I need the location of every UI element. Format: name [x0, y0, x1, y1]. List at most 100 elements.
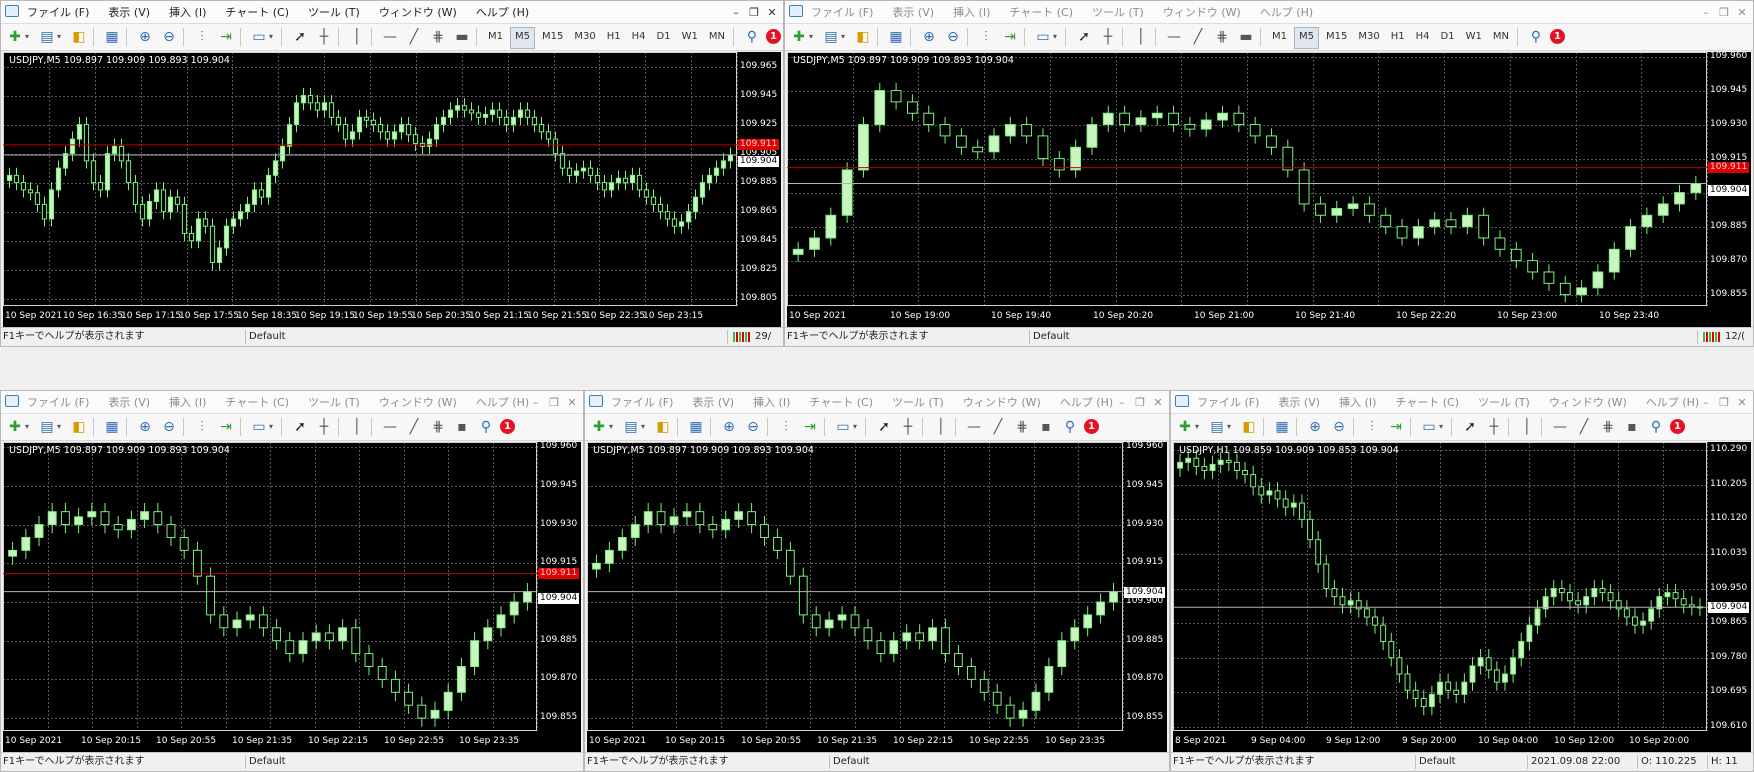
indicators-dropdown[interactable]: ▾	[853, 417, 861, 437]
menu-item[interactable]: 挿入 (I)	[169, 2, 206, 24]
text-label-icon[interactable]: ▬	[1236, 27, 1256, 47]
zoom-in-icon[interactable]: ⊕	[135, 417, 155, 437]
menu-item[interactable]: ウィンドウ (W)	[379, 2, 457, 24]
indicators-dropdown[interactable]: ▾	[269, 417, 277, 437]
app-icon[interactable]	[1175, 395, 1189, 407]
restore-button[interactable]: ❐	[1131, 392, 1149, 414]
search-icon[interactable]: ⚲	[1060, 417, 1080, 437]
tile-windows-icon[interactable]: ▦	[886, 27, 906, 47]
close-button[interactable]: ✕	[1733, 392, 1751, 414]
crosshair-icon[interactable]: ┼	[314, 27, 334, 47]
equidistant-channel-icon[interactable]: ⋕	[428, 27, 448, 47]
zoom-out-icon[interactable]: ⊖	[1329, 417, 1349, 437]
chart-area[interactable]: USDJPY,M5 109.897 109.909 109.893 109.90…	[587, 441, 1167, 753]
market-watch-icon[interactable]: ◧	[69, 417, 89, 437]
timeframe-mn-button[interactable]: MN	[705, 27, 729, 47]
minimize-button[interactable]: –	[727, 2, 745, 24]
menu-item[interactable]: チャート (C)	[225, 392, 289, 414]
notification-badge[interactable]: 1	[1084, 419, 1099, 434]
notification-badge[interactable]: 1	[1549, 29, 1565, 44]
crosshair-icon[interactable]: ┼	[1484, 417, 1504, 437]
new-chart-icon[interactable]: ✚	[5, 27, 25, 47]
candlestick-chart[interactable]	[787, 52, 1751, 328]
crosshair-icon[interactable]: ┼	[1098, 27, 1118, 47]
new-chart-icon[interactable]: ✚	[589, 417, 609, 437]
indicators-icon[interactable]: ▭	[249, 417, 269, 437]
menu-item[interactable]: 表示 (V)	[1278, 392, 1320, 414]
notification-badge[interactable]: 1	[500, 419, 515, 434]
crosshair-icon[interactable]: ┼	[898, 417, 918, 437]
restore-button[interactable]: ❐	[1715, 392, 1733, 414]
chart-shift-icon[interactable]: ⇥	[800, 417, 820, 437]
indicators-icon[interactable]: ▭	[249, 27, 269, 47]
menu-item[interactable]: ウィンドウ (W)	[1549, 392, 1627, 414]
menu-item[interactable]: ツール (T)	[892, 392, 944, 414]
timeframe-h4-button[interactable]: H4	[628, 27, 650, 47]
trendline-icon[interactable]: ╱	[1188, 27, 1208, 47]
text-label-icon[interactable]: ▬	[452, 27, 472, 47]
trendline-icon[interactable]: ╱	[988, 417, 1008, 437]
chart-window-5[interactable]: ファイル (F) 表示 (V) 挿入 (I) チャート (C) ツール (T) ウィンドウ…	[1170, 390, 1754, 772]
vertical-line-icon[interactable]: │	[931, 417, 951, 437]
timeframe-m15-button[interactable]: M15	[538, 27, 567, 47]
timeframe-m5-button[interactable]: M5	[1294, 27, 1319, 49]
timeframe-m1-button[interactable]: M1	[1268, 27, 1291, 47]
new-chart-icon[interactable]: ✚	[789, 27, 809, 47]
new-chart-dropdown[interactable]: ▾	[25, 27, 33, 47]
app-icon[interactable]	[5, 395, 19, 407]
restore-button[interactable]: ❐	[545, 392, 563, 414]
chart-shift-icon[interactable]: ⇥	[216, 27, 236, 47]
menu-item[interactable]: ウィンドウ (W)	[1163, 2, 1241, 24]
menu-item[interactable]: ウィンドウ (W)	[379, 392, 457, 414]
auto-scroll-icon[interactable]: ⫶	[976, 27, 996, 47]
close-button[interactable]: ✕	[763, 2, 781, 24]
chart-shift-icon[interactable]: ⇥	[1386, 417, 1406, 437]
zoom-in-icon[interactable]: ⊕	[135, 27, 155, 47]
indicators-dropdown[interactable]: ▾	[269, 27, 277, 47]
candlestick-chart[interactable]	[3, 442, 581, 753]
trendline-icon[interactable]: ╱	[404, 27, 424, 47]
chart-window-2[interactable]: ファイル (F) 表示 (V) 挿入 (I) チャート (C) ツール (T) ウィンドウ…	[784, 0, 1754, 347]
close-button[interactable]: ✕	[563, 392, 581, 414]
chart-shift-icon[interactable]: ⇥	[216, 417, 236, 437]
trendline-icon[interactable]: ╱	[404, 417, 424, 437]
menu-item[interactable]: ファイル (F)	[611, 392, 673, 414]
zoom-in-icon[interactable]: ⊕	[719, 417, 739, 437]
chart-area[interactable]: USDJPY,M5 109.897 109.909 109.893 109.90…	[787, 51, 1751, 328]
indicators-icon[interactable]: ▭	[1419, 417, 1439, 437]
candlestick-chart[interactable]	[1173, 442, 1751, 753]
indicators-icon[interactable]: ▭	[1033, 27, 1053, 47]
timeframe-m5-button[interactable]: M5	[510, 27, 535, 49]
shapes-icon[interactable]: ▪	[1036, 417, 1056, 437]
menu-item[interactable]: 挿入 (I)	[1339, 392, 1376, 414]
shapes-icon[interactable]: ▪	[452, 417, 472, 437]
menu-item[interactable]: チャート (C)	[1395, 392, 1459, 414]
new-chart-icon[interactable]: ✚	[1175, 417, 1195, 437]
menu-item[interactable]: ツール (T)	[1092, 2, 1144, 24]
menu-item[interactable]: ファイル (F)	[1197, 392, 1259, 414]
tile-windows-icon[interactable]: ▦	[102, 417, 122, 437]
menu-item[interactable]: ヘルプ (H)	[476, 2, 529, 24]
equidistant-channel-icon[interactable]: ⋕	[1012, 417, 1032, 437]
chart-area[interactable]: USDJPY,H1 109.859 109.909 109.853 109.90…	[1173, 442, 1751, 753]
candlestick-chart[interactable]	[3, 52, 781, 328]
chart-window-1[interactable]: ファイル (F) 表示 (V) 挿入 (I) チャート (C) ツール (T) ウィンドウ…	[0, 0, 784, 347]
menu-item[interactable]: 表示 (V)	[692, 392, 734, 414]
profiles-icon[interactable]: ▤	[821, 27, 841, 47]
timeframe-mn-button[interactable]: MN	[1489, 27, 1513, 47]
app-icon[interactable]	[789, 5, 803, 17]
auto-scroll-icon[interactable]: ⫶	[192, 417, 212, 437]
profiles-icon[interactable]: ▤	[1207, 417, 1227, 437]
zoom-in-icon[interactable]: ⊕	[919, 27, 939, 47]
timeframe-m15-button[interactable]: M15	[1322, 27, 1351, 47]
menu-item[interactable]: ツール (T)	[308, 2, 360, 24]
auto-scroll-icon[interactable]: ⫶	[192, 27, 212, 47]
indicators-dropdown[interactable]: ▾	[1053, 27, 1061, 47]
equidistant-channel-icon[interactable]: ⋕	[428, 417, 448, 437]
search-icon[interactable]: ⚲	[742, 27, 762, 47]
zoom-out-icon[interactable]: ⊖	[159, 417, 179, 437]
chart-shift-icon[interactable]: ⇥	[1000, 27, 1020, 47]
menu-item[interactable]: 表示 (V)	[892, 2, 934, 24]
equidistant-channel-icon[interactable]: ⋕	[1212, 27, 1232, 47]
timeframe-d1-button[interactable]: D1	[653, 27, 675, 47]
